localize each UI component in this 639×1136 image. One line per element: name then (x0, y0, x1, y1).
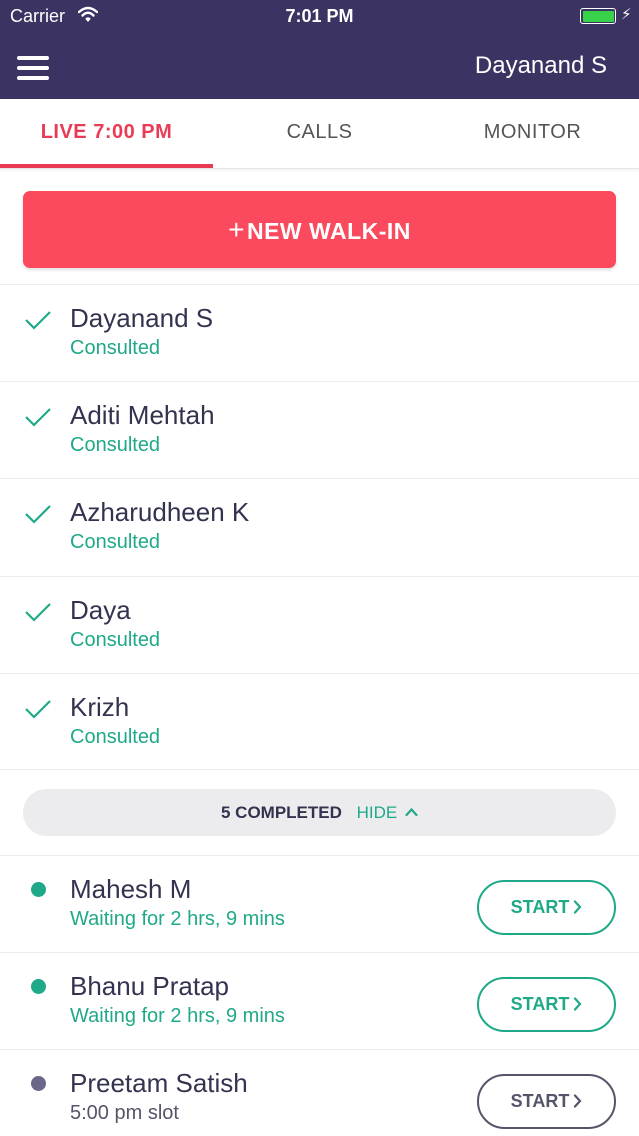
check-icon (25, 505, 51, 524)
queue-item[interactable]: Mahesh M Waiting for 2 hrs, 9 mins START (0, 855, 639, 952)
status-time: 7:01 PM (285, 6, 354, 26)
patient-status: Consulted (70, 531, 161, 553)
active-tab-indicator (0, 164, 213, 168)
patient-status: Consulted (70, 337, 161, 359)
status-dot-icon (31, 1076, 46, 1091)
patient-name: Dayanand S (70, 303, 214, 333)
status-bar: Carrier 7:01 PM ⚡ (0, 0, 639, 34)
check-icon (25, 700, 51, 719)
list-item[interactable]: Krizh Consulted (0, 673, 639, 770)
hide-toggle[interactable]: HIDE (357, 803, 398, 822)
list-item[interactable]: Aditi Mehtah Consulted (0, 381, 639, 478)
start-button-label: START (510, 1091, 570, 1111)
chevron-right-icon (574, 1094, 582, 1108)
check-icon (25, 311, 51, 330)
start-button[interactable]: START (477, 977, 616, 1032)
start-button-label: START (510, 994, 570, 1014)
patient-name: Krizh (70, 692, 130, 722)
completed-summary-bar[interactable]: 5 COMPLETED HIDE (23, 789, 616, 836)
patient-status: Consulted (70, 629, 161, 651)
patient-name: Preetam Satish (70, 1068, 248, 1098)
new-walk-in-button[interactable]: +NEW WALK-IN (23, 191, 616, 268)
start-button[interactable]: START (477, 1074, 616, 1129)
patient-name: Bhanu Pratap (70, 971, 230, 1001)
status-dot-icon (31, 882, 46, 897)
header-user-name[interactable]: Dayanand S (475, 52, 607, 80)
completed-count: 5 COMPLETED (221, 803, 342, 822)
app-header: Carrier 7:01 PM ⚡ Dayanand S (0, 0, 639, 99)
patient-wait-status: Waiting for 2 hrs, 9 mins (70, 908, 285, 930)
battery-icon (580, 8, 616, 24)
list-item[interactable]: Daya Consulted (0, 576, 639, 673)
tab-calls[interactable]: CALLS (213, 99, 426, 167)
status-dot-icon (31, 979, 46, 994)
list-item[interactable]: Dayanand S Consulted (0, 284, 639, 381)
start-button[interactable]: START (477, 880, 616, 935)
patient-name: Daya (70, 595, 131, 625)
plus-icon: + (228, 214, 245, 245)
chevron-right-icon (574, 900, 582, 914)
patient-name: Azharudheen K (70, 497, 250, 527)
patient-slot-status: 5:00 pm slot (70, 1102, 179, 1124)
tab-bar: LIVE 7:00 PM CALLS MONITOR (0, 99, 639, 169)
chevron-up-icon[interactable] (405, 807, 418, 817)
charging-icon: ⚡ (621, 6, 632, 23)
queue-item[interactable]: Preetam Satish 5:00 pm slot START (0, 1049, 639, 1136)
patient-name: Aditi Mehtah (70, 400, 215, 430)
queue-item[interactable]: Bhanu Pratap Waiting for 2 hrs, 9 mins S… (0, 952, 639, 1049)
check-icon (25, 603, 51, 622)
start-button-label: START (510, 897, 570, 917)
tab-monitor[interactable]: MONITOR (426, 99, 639, 167)
list-item[interactable]: Azharudheen K Consulted (0, 478, 639, 575)
patient-wait-status: Waiting for 2 hrs, 9 mins (70, 1005, 285, 1027)
check-icon (25, 408, 51, 427)
patient-status: Consulted (70, 434, 161, 456)
tab-live[interactable]: LIVE 7:00 PM (0, 99, 213, 167)
patient-name: Mahesh M (70, 874, 192, 904)
hamburger-menu-icon[interactable] (17, 56, 49, 80)
patient-status: Consulted (70, 726, 161, 748)
new-walk-in-label: NEW WALK-IN (246, 218, 411, 244)
chevron-right-icon (574, 997, 582, 1011)
